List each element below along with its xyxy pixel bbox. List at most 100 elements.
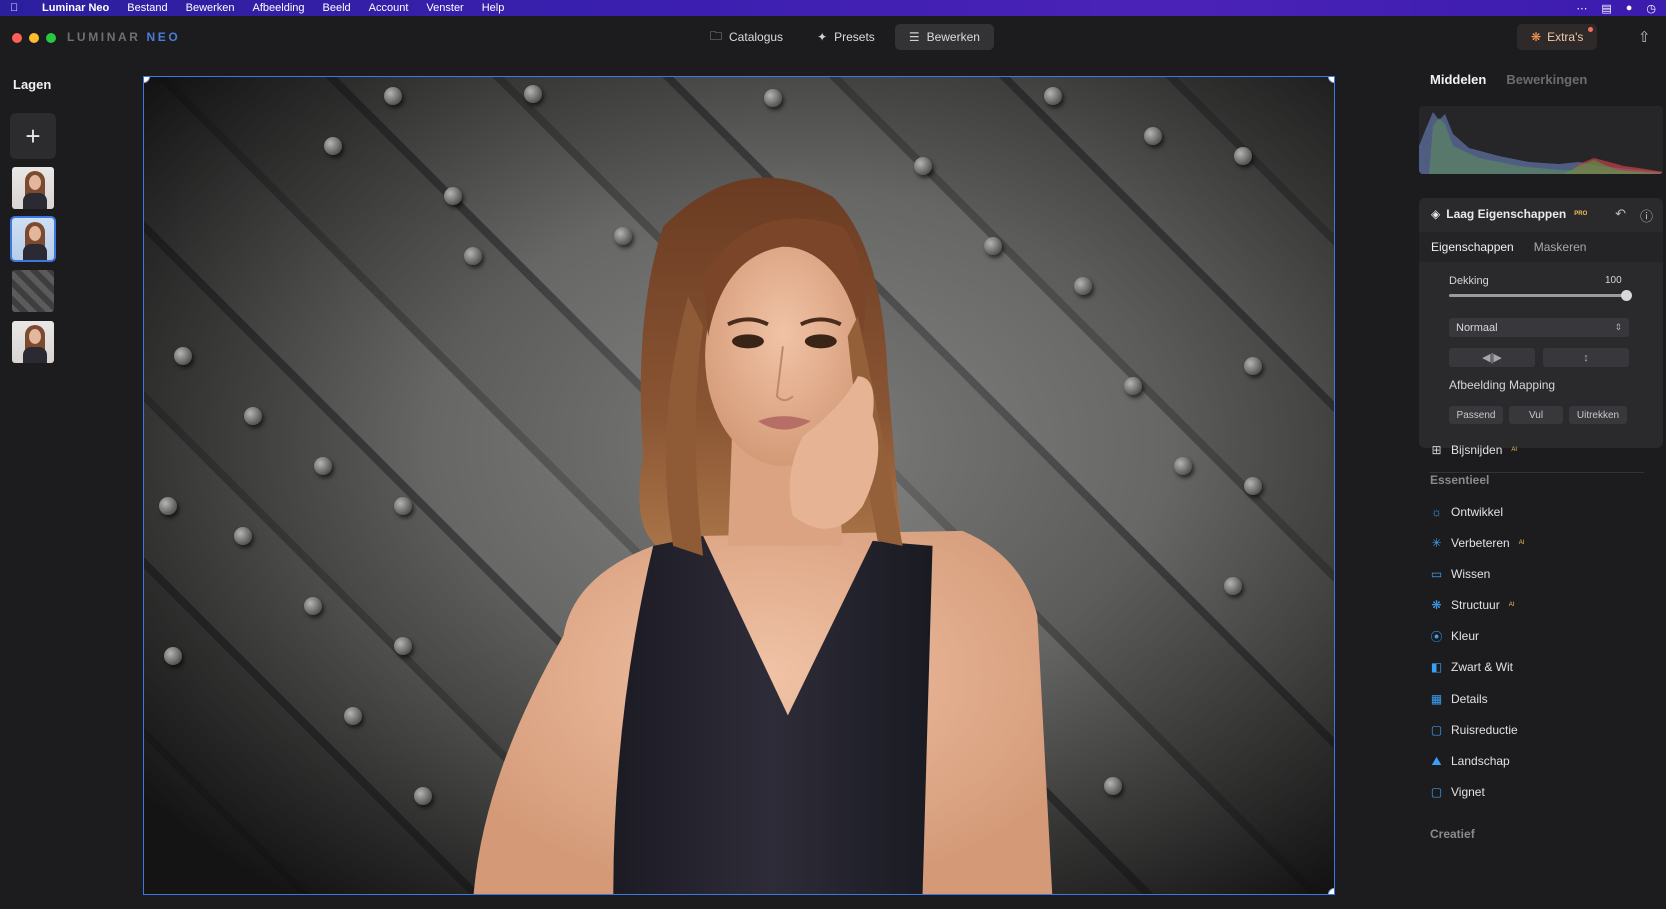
landscape-icon: ⛰ bbox=[1431, 753, 1442, 768]
bw-icon: ◧ bbox=[1430, 660, 1443, 674]
menu-help[interactable]: Help bbox=[482, 2, 505, 14]
tab-label: Catalogus bbox=[729, 30, 784, 44]
sun-icon: ☼ bbox=[1431, 505, 1442, 519]
menu-beeld[interactable]: Beeld bbox=[323, 2, 351, 14]
tab-bewerkingen[interactable]: Bewerkingen bbox=[1506, 72, 1587, 87]
more-icon[interactable]: ⋯ bbox=[1576, 2, 1587, 15]
eraser-icon: ▭ bbox=[1430, 567, 1443, 581]
folder-icon: 🗀 bbox=[710, 28, 723, 43]
layers-panel: Lagen + bbox=[0, 62, 130, 909]
tool-wissen[interactable]: ▭ Wissen bbox=[1430, 567, 1499, 581]
vignette-icon: ▢ bbox=[1430, 785, 1443, 799]
chevron-updown-icon: ⇕ bbox=[1614, 322, 1622, 332]
ai-badge: AI bbox=[1508, 602, 1515, 608]
share-icon[interactable]: ⇧ bbox=[1638, 28, 1651, 46]
portrait-image bbox=[473, 177, 1053, 894]
sparkle-icon: ✳ bbox=[1431, 536, 1442, 550]
opacity-value: 100 bbox=[1605, 275, 1622, 286]
menu-app-name[interactable]: Luminar Neo bbox=[42, 2, 109, 14]
sparkle-icon: ✦ bbox=[817, 30, 828, 44]
tool-label: Verbeteren bbox=[1451, 536, 1510, 550]
menu-bewerken[interactable]: Bewerken bbox=[186, 2, 235, 14]
layer-subtabs: Eigenschappen Maskeren bbox=[1419, 232, 1663, 262]
control-center-icon[interactable]: ▤ bbox=[1601, 2, 1611, 15]
tool-label: Ontwikkel bbox=[1451, 505, 1504, 519]
puzzle-icon: ❋ bbox=[1531, 30, 1542, 44]
tool-kleur[interactable]: ⦿ Kleur bbox=[1430, 629, 1488, 644]
tool-label: Structuur bbox=[1451, 598, 1500, 612]
tool-zwart-wit[interactable]: ◧ Zwart & Wit bbox=[1430, 660, 1522, 674]
color-icon: ⦿ bbox=[1430, 629, 1443, 644]
tab-eigenschappen[interactable]: Eigenschappen bbox=[1431, 240, 1514, 254]
apple-icon[interactable]:  bbox=[10, 2, 28, 14]
menu-venster[interactable]: Venster bbox=[426, 2, 463, 14]
layer-thumbnail-selected[interactable] bbox=[10, 216, 56, 262]
mapping-passend-button[interactable]: Passend bbox=[1449, 406, 1503, 424]
structure-icon: ❋ bbox=[1431, 598, 1442, 612]
siri-icon[interactable]: ● bbox=[1626, 2, 1633, 14]
tab-middelen[interactable]: Middelen bbox=[1430, 72, 1486, 87]
zoom-window-button[interactable] bbox=[46, 33, 56, 43]
tool-details[interactable]: ▦ Details bbox=[1430, 692, 1497, 706]
minimize-window-button[interactable] bbox=[29, 33, 39, 43]
tab-maskeren[interactable]: Maskeren bbox=[1534, 240, 1587, 254]
section-essentieel: Essentieel bbox=[1430, 473, 1490, 487]
opacity-slider[interactable] bbox=[1449, 290, 1632, 301]
layer-properties-header[interactable]: ◈ Laag Eigenschappen PRO bbox=[1431, 207, 1587, 221]
opacity-label: Dekking bbox=[1449, 275, 1489, 287]
title-toolbar: LUMINAR NEO 🗀 Catalogus ✦ Presets ☰ Bewe… bbox=[0, 16, 1666, 62]
tool-verbeteren[interactable]: ✳ Verbeteren AI bbox=[1430, 536, 1524, 550]
flip-horizontal-icon: ◀|▶ bbox=[1482, 352, 1502, 364]
crop-handle-bottom-right[interactable] bbox=[1328, 888, 1334, 894]
flip-horizontal-button[interactable]: ◀|▶ bbox=[1449, 348, 1535, 367]
pro-badge: PRO bbox=[1574, 211, 1588, 217]
tool-structuur[interactable]: ❋ Structuur AI bbox=[1430, 598, 1514, 612]
noise-icon: ▢ bbox=[1430, 723, 1443, 737]
blend-mode-select[interactable]: Normaal ⇕ bbox=[1449, 318, 1629, 337]
flip-vertical-button[interactable]: ↕ bbox=[1543, 348, 1629, 367]
undo-icon[interactable]: ↶ bbox=[1615, 206, 1626, 225]
tool-ruisreductie[interactable]: ▢ Ruisreductie bbox=[1430, 723, 1527, 737]
plus-icon: + bbox=[25, 120, 41, 151]
info-icon[interactable]: ⓘ bbox=[1640, 206, 1653, 225]
mapping-uitrekken-button[interactable]: Uitrekken bbox=[1569, 406, 1627, 424]
notification-dot bbox=[1588, 27, 1594, 32]
mapping-label: Afbeelding Mapping bbox=[1449, 378, 1556, 392]
slider-knob[interactable] bbox=[1621, 290, 1632, 301]
tool-label: Bijsnijden bbox=[1451, 443, 1503, 457]
layer-properties-title: Laag Eigenschappen bbox=[1446, 207, 1567, 221]
tool-ontwikkel[interactable]: ☼ Ontwikkel bbox=[1430, 505, 1512, 519]
layer-thumbnail[interactable] bbox=[10, 319, 56, 365]
flip-vertical-icon: ↕ bbox=[1583, 351, 1589, 364]
close-window-button[interactable] bbox=[12, 33, 22, 43]
clock-icon[interactable]: ◷ bbox=[1646, 2, 1656, 15]
tool-label: Zwart & Wit bbox=[1451, 660, 1513, 674]
tool-bijsnijden[interactable]: ⊞ Bijsnijden AI bbox=[1430, 443, 1517, 457]
tool-label: Wissen bbox=[1451, 567, 1491, 581]
ai-badge: AI bbox=[1518, 540, 1525, 546]
mapping-vul-button[interactable]: Vul bbox=[1509, 406, 1563, 424]
layers-title: Lagen bbox=[13, 77, 52, 92]
tab-presets[interactable]: ✦ Presets bbox=[803, 24, 889, 50]
details-icon: ▦ bbox=[1430, 692, 1443, 706]
blend-mode-value: Normaal bbox=[1456, 321, 1498, 334]
layer-thumbnail[interactable] bbox=[10, 165, 56, 211]
extras-button[interactable]: ❋ Extra's bbox=[1517, 24, 1598, 50]
image-canvas[interactable] bbox=[143, 76, 1335, 895]
section-creatief: Creatief bbox=[1430, 827, 1475, 841]
tool-label: Landschap bbox=[1451, 754, 1510, 768]
menu-bar:  Luminar Neo Bestand Bewerken Afbeeldin… bbox=[0, 0, 1666, 16]
layer-properties-card: ◈ Laag Eigenschappen PRO ↶ ⓘ Eigenschapp… bbox=[1419, 198, 1663, 448]
tab-catalogus[interactable]: 🗀 Catalogus bbox=[696, 24, 797, 50]
tool-vignet[interactable]: ▢ Vignet bbox=[1430, 785, 1494, 799]
layer-thumbnail-texture[interactable] bbox=[10, 268, 56, 314]
sliders-icon: ☰ bbox=[908, 30, 920, 44]
add-layer-button[interactable]: + bbox=[10, 113, 56, 159]
crop-icon: ⊞ bbox=[1431, 443, 1442, 457]
menu-afbeelding[interactable]: Afbeelding bbox=[253, 2, 305, 14]
menu-account[interactable]: Account bbox=[369, 2, 409, 14]
ai-badge: AI bbox=[1511, 447, 1518, 453]
menu-bestand[interactable]: Bestand bbox=[127, 2, 167, 14]
tool-landschap[interactable]: ⛰ Landschap bbox=[1430, 753, 1519, 769]
tab-bewerken[interactable]: ☰ Bewerken bbox=[894, 24, 994, 50]
